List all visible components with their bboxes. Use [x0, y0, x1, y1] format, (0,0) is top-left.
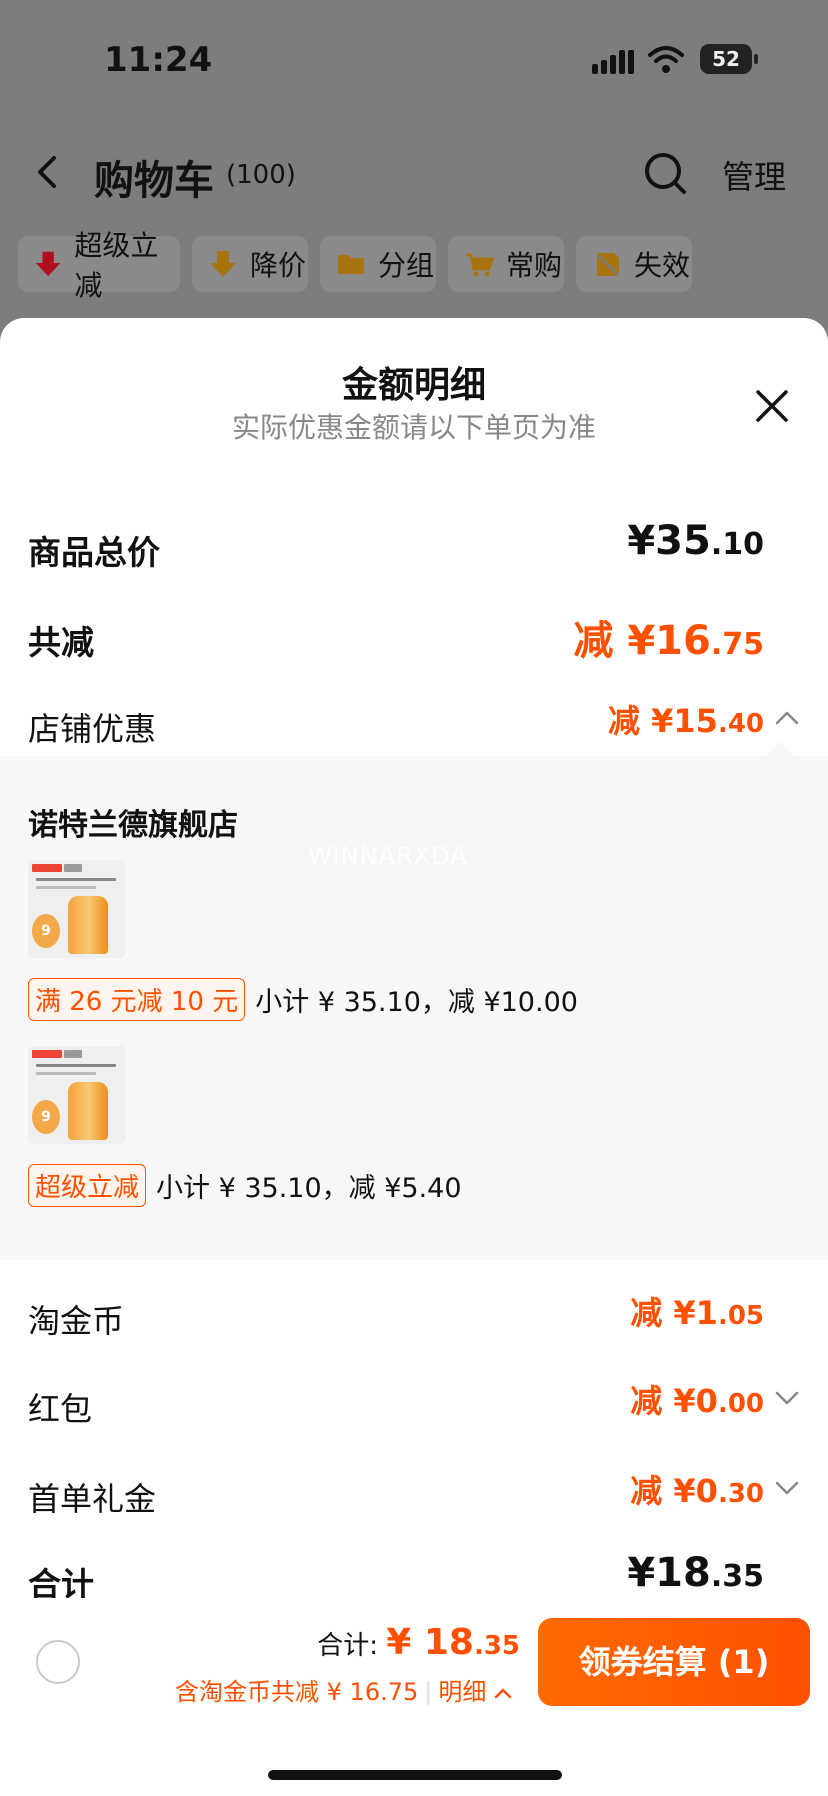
sheet-subtitle: 实际优惠金额请以下单页为准 — [231, 411, 596, 444]
first-gift-label: 首单礼金 — [28, 1480, 157, 1518]
watermark: WINNARXDA — [308, 842, 468, 870]
chip-frequent[interactable]: 常购 — [448, 236, 564, 292]
sum-value: ¥18.35 — [627, 1550, 764, 1596]
promo-detail: 小计 ¥ 35.10，减 ¥10.00 — [255, 987, 578, 1018]
saved-text: 含淘金币共减 ¥ 16.75 — [175, 1678, 419, 1706]
filter-chips: 超级立减 降价 分组 常购 失效 — [18, 229, 818, 302]
status-time: 11:24 — [104, 40, 213, 80]
promo-line: 超级立减 小计 ¥ 35.10，减 ¥5.40 — [28, 1164, 462, 1207]
hongbao-row[interactable]: 红包 减 ¥0.00 — [28, 1376, 800, 1436]
wifi-icon — [648, 46, 684, 73]
total-discount-label: 共减 — [28, 623, 94, 662]
goods-total-label: 商品总价 — [28, 533, 160, 572]
arrow-down-red-icon — [35, 251, 61, 277]
goods-total-value: ¥35.10 — [627, 518, 764, 564]
page-title: 购物车 — [94, 158, 214, 204]
shop-discount-panel: 诺特兰德旗舰店 WINNARXDA 9 满 26 元减 10 元 小计 ¥ 35… — [0, 741, 828, 1260]
search-icon[interactable] — [642, 150, 688, 196]
battery-icon: 52 — [700, 44, 758, 74]
home-indicator — [268, 1770, 562, 1780]
signal-icon — [592, 48, 634, 74]
checkout-bar: 合计: ¥ 18.35 含淘金币共减 ¥ 16.75 | 明细 领券结算 (1) — [0, 1598, 828, 1796]
total-discount-row: 共减 减 ¥16.75 — [28, 608, 800, 668]
chevron-down-icon[interactable] — [774, 1388, 800, 1408]
status-bar: 11:24 52 — [0, 38, 828, 84]
cart-page-background: 11:24 52 购物车 (100) 管理 超级立减 降价 分组 常购 失效 — [0, 0, 828, 330]
product-thumbnail[interactable]: 9 — [28, 860, 126, 958]
goods-total-row: 商品总价 ¥35.10 — [28, 518, 800, 578]
footer-saved: 含淘金币共减 ¥ 16.75 | 明细 — [175, 1672, 512, 1707]
promo-tag: 满 26 元减 10 元 — [28, 978, 246, 1021]
invalid-icon — [596, 253, 620, 277]
back-icon[interactable] — [30, 152, 66, 192]
promo-detail: 小计 ¥ 35.10，减 ¥5.40 — [156, 1173, 462, 1204]
chevron-up-icon[interactable] — [774, 708, 800, 728]
product-thumbnail[interactable]: 9 — [28, 1046, 126, 1144]
checkout-button[interactable]: 领券结算 (1) — [538, 1618, 810, 1706]
taojinbi-row: 淘金币 减 ¥1.05 — [28, 1288, 800, 1348]
first-gift-row[interactable]: 首单礼金 减 ¥0.30 — [28, 1466, 800, 1526]
amount-detail-sheet: 金额明细 实际优惠金额请以下单页为准 商品总价 ¥35.10 共减 减 ¥16.… — [0, 318, 828, 1796]
hongbao-label: 红包 — [28, 1390, 93, 1428]
sheet-title: 金额明细 — [341, 365, 486, 406]
cart-icon — [466, 253, 494, 277]
chip-invalid[interactable]: 失效 — [576, 236, 692, 292]
promo-tag: 超级立减 — [28, 1164, 147, 1207]
shop-name: 诺特兰德旗舰店 — [28, 808, 238, 843]
chip-group[interactable]: 分组 — [320, 236, 436, 292]
chip-super-discount[interactable]: 超级立减 — [18, 229, 180, 302]
shop-discount-label: 店铺优惠 — [28, 710, 157, 748]
hongbao-value: 减 ¥0.00 — [630, 1382, 764, 1420]
taojinbi-value: 减 ¥1.05 — [630, 1294, 764, 1332]
detail-link[interactable]: 明细 — [438, 1678, 486, 1706]
manage-button[interactable]: 管理 — [722, 152, 786, 198]
total-discount-value: 减 ¥16.75 — [573, 618, 764, 664]
chevron-down-icon[interactable] — [774, 1478, 800, 1498]
arrow-down-yellow-icon — [210, 251, 236, 277]
taojinbi-label: 淘金币 — [28, 1302, 125, 1340]
cart-navbar: 购物车 (100) 管理 — [0, 140, 828, 204]
chip-price-drop[interactable]: 降价 — [192, 236, 308, 292]
promo-line: 满 26 元减 10 元 小计 ¥ 35.10，减 ¥10.00 — [28, 978, 578, 1021]
cart-count: (100) — [226, 160, 296, 190]
chevron-up-icon[interactable] — [494, 1686, 512, 1700]
select-all-radio[interactable] — [36, 1640, 80, 1684]
shop-discount-row[interactable]: 店铺优惠 减 ¥15.40 — [28, 696, 800, 756]
folder-icon — [338, 255, 364, 274]
close-icon[interactable] — [754, 388, 790, 424]
shop-discount-value: 减 ¥15.40 — [607, 702, 764, 740]
first-gift-value: 减 ¥0.30 — [630, 1472, 764, 1510]
footer-total: 合计: ¥ 18.35 — [317, 1622, 520, 1663]
